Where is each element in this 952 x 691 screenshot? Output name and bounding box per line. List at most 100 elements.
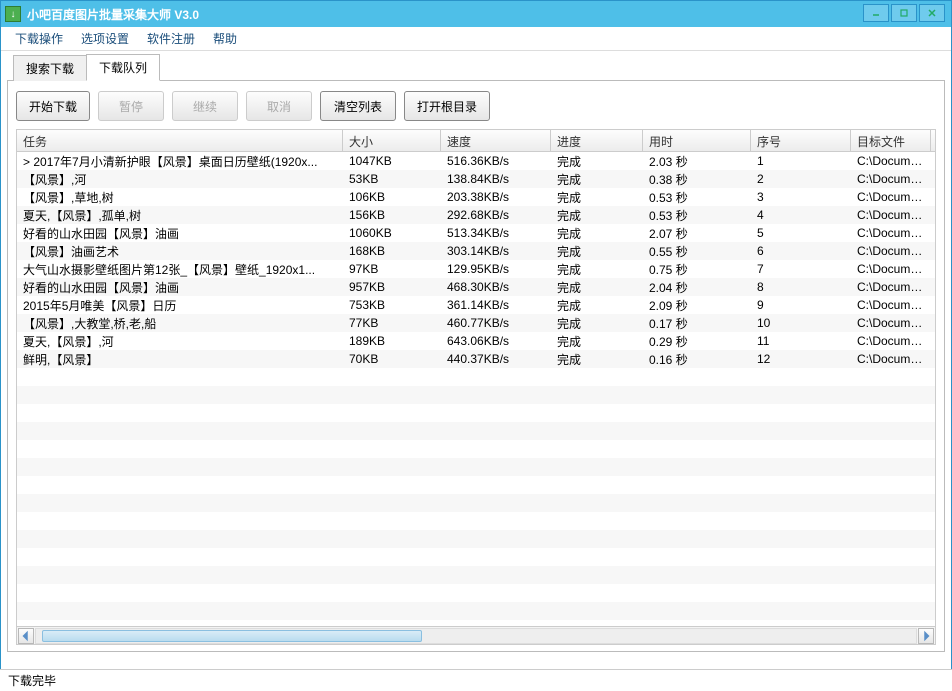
workarea: 搜索下载 下载队列 开始下载 暂停 继续 取消 清空列表 打开根目录 任务 大小… xyxy=(1,51,951,656)
cell-task: > 2017年7月小清新护眼【风景】桌面日历壁纸(1920x... xyxy=(17,153,343,170)
cell-task: 夏天,【风景】,孤单,树 xyxy=(17,207,343,224)
scroll-track[interactable] xyxy=(35,628,917,644)
table-row[interactable]: 【风景】,大教堂,桥,老,船77KB460.77KB/s完成0.17 秒10C:… xyxy=(17,314,935,332)
empty-row xyxy=(17,566,935,584)
cell-progress: 完成 xyxy=(551,243,643,260)
cell-task: 2015年5月唯美【风景】日历 xyxy=(17,297,343,314)
cell-time: 2.04 秒 xyxy=(643,279,751,296)
cell-task: 夏天,【风景】,河 xyxy=(17,333,343,350)
pause-button: 暂停 xyxy=(98,91,164,121)
tab-search[interactable]: 搜索下载 xyxy=(13,55,87,81)
table-row[interactable]: 鲜明,【风景】70KB440.37KB/s完成0.16 秒12C:\Docume… xyxy=(17,350,935,368)
maximize-button[interactable] xyxy=(891,4,917,22)
menu-register[interactable]: 软件注册 xyxy=(139,27,203,50)
table-row[interactable]: 【风景】,草地,树106KB203.38KB/s完成0.53 秒3C:\Docu… xyxy=(17,188,935,206)
open-root-button[interactable]: 打开根目录 xyxy=(404,91,490,121)
cell-speed: 303.14KB/s xyxy=(441,244,551,258)
cell-index: 1 xyxy=(751,154,851,168)
cell-size: 168KB xyxy=(343,244,441,258)
table-row[interactable]: 夏天,【风景】,河189KB643.06KB/s完成0.29 秒11C:\Doc… xyxy=(17,332,935,350)
cell-index: 8 xyxy=(751,280,851,294)
cancel-button: 取消 xyxy=(246,91,312,121)
cell-size: 189KB xyxy=(343,334,441,348)
cell-size: 156KB xyxy=(343,208,441,222)
cell-target: C:\Documents and xyxy=(851,298,931,312)
cell-size: 1047KB xyxy=(343,154,441,168)
col-index[interactable]: 序号 xyxy=(751,130,851,151)
empty-row xyxy=(17,458,935,476)
cell-time: 2.09 秒 xyxy=(643,297,751,314)
cell-progress: 完成 xyxy=(551,207,643,224)
cell-target: C:\Documents and xyxy=(851,280,931,294)
cell-progress: 完成 xyxy=(551,171,643,188)
empty-row xyxy=(17,422,935,440)
table-row[interactable]: > 2017年7月小清新护眼【风景】桌面日历壁纸(1920x...1047KB5… xyxy=(17,152,935,170)
table-row[interactable]: 大气山水摄影壁纸图片第12张_【风景】壁纸_1920x1...97KB129.9… xyxy=(17,260,935,278)
cell-task: 好看的山水田园【风景】油画 xyxy=(17,225,343,242)
table-row[interactable]: 【风景】,河53KB138.84KB/s完成0.38 秒2C:\Document… xyxy=(17,170,935,188)
window-title: 小吧百度图片批量采集大师 V3.0 xyxy=(27,6,199,23)
cell-task: 大气山水摄影壁纸图片第12张_【风景】壁纸_1920x1... xyxy=(17,261,343,278)
clear-list-button[interactable]: 清空列表 xyxy=(320,91,396,121)
empty-row xyxy=(17,368,935,386)
cell-target: C:\Documents and xyxy=(851,244,931,258)
window-controls xyxy=(863,4,945,22)
menu-options[interactable]: 选项设置 xyxy=(73,27,137,50)
cell-speed: 203.38KB/s xyxy=(441,190,551,204)
cell-task: 【风景】,大教堂,桥,老,船 xyxy=(17,315,343,332)
col-time[interactable]: 用时 xyxy=(643,130,751,151)
cell-target: C:\Documents and xyxy=(851,172,931,186)
horizontal-scrollbar[interactable] xyxy=(17,626,935,644)
cell-time: 0.16 秒 xyxy=(643,351,751,368)
empty-row xyxy=(17,476,935,494)
toolbar: 开始下载 暂停 继续 取消 清空列表 打开根目录 xyxy=(16,91,936,121)
menu-help[interactable]: 帮助 xyxy=(205,27,245,50)
status-text: 下载完毕 xyxy=(8,672,56,689)
cell-index: 10 xyxy=(751,316,851,330)
cell-size: 957KB xyxy=(343,280,441,294)
cell-index: 4 xyxy=(751,208,851,222)
start-button[interactable]: 开始下载 xyxy=(16,91,90,121)
minimize-button[interactable] xyxy=(863,4,889,22)
cell-progress: 完成 xyxy=(551,333,643,350)
cell-progress: 完成 xyxy=(551,153,643,170)
cell-time: 0.75 秒 xyxy=(643,261,751,278)
cell-time: 0.38 秒 xyxy=(643,171,751,188)
close-button[interactable] xyxy=(919,4,945,22)
empty-row xyxy=(17,386,935,404)
cell-target: C:\Documents and xyxy=(851,334,931,348)
col-target[interactable]: 目标文件 xyxy=(851,130,931,151)
table-row[interactable]: 夏天,【风景】,孤单,树156KB292.68KB/s完成0.53 秒4C:\D… xyxy=(17,206,935,224)
cell-index: 3 xyxy=(751,190,851,204)
cell-target: C:\Documents and xyxy=(851,226,931,240)
table-row[interactable]: 好看的山水田园【风景】油画1060KB513.34KB/s完成2.07 秒5C:… xyxy=(17,224,935,242)
cell-progress: 完成 xyxy=(551,279,643,296)
col-size[interactable]: 大小 xyxy=(343,130,441,151)
cell-target: C:\Documents and xyxy=(851,154,931,168)
table-row[interactable]: 好看的山水田园【风景】油画957KB468.30KB/s完成2.04 秒8C:\… xyxy=(17,278,935,296)
menu-download-ops[interactable]: 下载操作 xyxy=(7,27,71,50)
cell-size: 1060KB xyxy=(343,226,441,240)
scroll-right-button[interactable] xyxy=(918,628,934,644)
cell-target: C:\Documents and xyxy=(851,316,931,330)
empty-row xyxy=(17,548,935,566)
cell-time: 0.53 秒 xyxy=(643,207,751,224)
table-row[interactable]: 【风景】油画艺术168KB303.14KB/s完成0.55 秒6C:\Docum… xyxy=(17,242,935,260)
cell-time: 2.07 秒 xyxy=(643,225,751,242)
cell-index: 2 xyxy=(751,172,851,186)
statusbar: 下载完毕 xyxy=(0,669,952,691)
col-speed[interactable]: 速度 xyxy=(441,130,551,151)
table-body: > 2017年7月小清新护眼【风景】桌面日历壁纸(1920x...1047KB5… xyxy=(17,152,935,626)
cell-index: 12 xyxy=(751,352,851,366)
col-task[interactable]: 任务 xyxy=(17,130,343,151)
cell-time: 0.17 秒 xyxy=(643,315,751,332)
tab-queue[interactable]: 下载队列 xyxy=(86,54,160,81)
scroll-thumb[interactable] xyxy=(42,630,422,642)
col-progress[interactable]: 进度 xyxy=(551,130,643,151)
scroll-left-button[interactable] xyxy=(18,628,34,644)
table-row[interactable]: 2015年5月唯美【风景】日历753KB361.14KB/s完成2.09 秒9C… xyxy=(17,296,935,314)
cell-progress: 完成 xyxy=(551,261,643,278)
cell-speed: 138.84KB/s xyxy=(441,172,551,186)
cell-target: C:\Documents and xyxy=(851,190,931,204)
titlebar: ↓ 小吧百度图片批量采集大师 V3.0 xyxy=(1,1,951,27)
